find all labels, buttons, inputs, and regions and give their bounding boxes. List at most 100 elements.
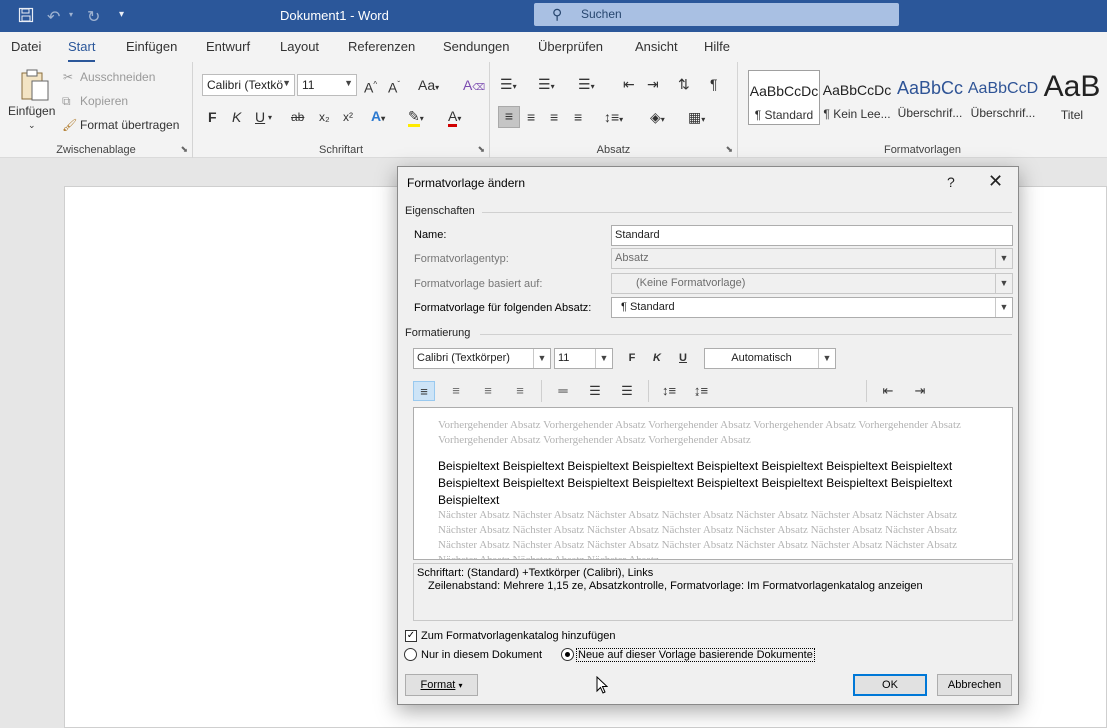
align-center-icon[interactable]: ≡: [527, 108, 535, 126]
tab-start[interactable]: Start: [68, 39, 96, 63]
name-field[interactable]: Standard: [611, 225, 1013, 246]
bullets-icon[interactable]: ☰▾: [500, 75, 517, 96]
sort-icon[interactable]: ⇅: [678, 75, 690, 93]
shading-icon[interactable]: ◈▾: [650, 108, 665, 129]
one-half-spacing-button[interactable]: ☰: [584, 381, 606, 401]
style-heading-2[interactable]: AaBbCcD Überschrif...: [967, 70, 1039, 125]
tab-layout[interactable]: Layout: [280, 39, 319, 54]
underline-icon[interactable]: U: [255, 108, 265, 126]
clear-formatting-icon[interactable]: A⌫: [463, 76, 485, 96]
format-button[interactable]: Format ▾: [405, 674, 478, 696]
search-box[interactable]: ⚲ Suchen: [534, 3, 899, 26]
double-spacing-button[interactable]: ☰: [616, 381, 638, 401]
ok-button[interactable]: OK: [853, 674, 927, 696]
shrink-font-icon[interactable]: Aˇ: [388, 76, 400, 97]
paste-button[interactable]: Einfügen: [8, 104, 55, 118]
single-spacing-button[interactable]: ═: [552, 381, 574, 401]
underline-dropdown-icon[interactable]: ▾: [268, 109, 272, 127]
align-right-icon[interactable]: ≡: [550, 108, 558, 126]
mouse-cursor-icon: [596, 675, 609, 699]
align-left-button[interactable]: ≡: [413, 381, 435, 401]
size-select[interactable]: 11 ▼: [554, 348, 613, 369]
italic-icon[interactable]: K: [232, 108, 241, 126]
increase-indent-icon[interactable]: ⇥: [909, 381, 931, 401]
style-kein-leerraum[interactable]: AaBbCcDc ¶ Kein Lee...: [821, 70, 893, 125]
underline-button[interactable]: U: [675, 348, 691, 368]
numbering-icon[interactable]: ☰▾: [538, 75, 555, 96]
multilevel-list-icon[interactable]: ☰▾: [578, 75, 595, 96]
help-icon[interactable]: ?: [947, 174, 955, 190]
text-effects-icon[interactable]: A▾: [371, 107, 385, 128]
strikethrough-icon[interactable]: ab: [291, 108, 304, 126]
subscript-icon[interactable]: x₂: [319, 108, 330, 126]
toolbar-divider: [541, 380, 542, 402]
cut-button[interactable]: Ausschneiden: [80, 70, 155, 84]
add-to-gallery-checkbox[interactable]: ✓: [405, 630, 417, 642]
style-heading-1[interactable]: AaBbCc Überschrif...: [894, 70, 966, 125]
new-documents-label: Neue auf dieser Vorlage basierende Dokum…: [576, 648, 815, 662]
tab-datei[interactable]: Datei: [11, 39, 41, 54]
decrease-indent-icon[interactable]: ⇤: [877, 381, 899, 401]
cancel-button[interactable]: Abbrechen: [937, 674, 1012, 696]
modify-style-dialog: Formatvorlage ändern ? ✕ Eigenschaften N…: [397, 166, 1019, 705]
new-documents-radio[interactable]: [561, 648, 574, 661]
pilcrow-icon[interactable]: ¶: [710, 75, 718, 93]
paste-dropdown-icon[interactable]: ⌄: [28, 120, 36, 131]
font-color-icon[interactable]: A▾: [448, 107, 461, 128]
tab-einfuegen[interactable]: Einfügen: [126, 39, 177, 54]
next-paragraph-label: Formatvorlage für folgenden Absatz:: [414, 302, 592, 314]
only-this-document-radio[interactable]: [404, 648, 417, 661]
paragraph-launcher-icon[interactable]: ⬊: [725, 144, 733, 155]
paste-icon[interactable]: [20, 68, 50, 106]
increase-indent-icon[interactable]: ⇥: [647, 75, 659, 93]
style-title[interactable]: AaB Titel: [1036, 70, 1107, 125]
align-center-button[interactable]: ≡: [445, 381, 467, 401]
font-launcher-icon[interactable]: ⬊: [477, 144, 485, 155]
font-color-select[interactable]: Automatisch ▼: [704, 348, 836, 369]
next-paragraph-select[interactable]: ¶ Standard ▼: [611, 297, 1013, 318]
superscript-icon[interactable]: x²: [343, 108, 353, 126]
justify-icon[interactable]: ≡: [574, 108, 582, 126]
decrease-spacing-icon[interactable]: ↨≡: [690, 381, 712, 401]
undo-dropdown-icon[interactable]: ▾: [69, 10, 73, 19]
close-icon[interactable]: ✕: [988, 171, 1003, 192]
based-on-value: (Keine Formatvorlage): [636, 277, 746, 289]
borders-icon[interactable]: ▦▾: [688, 108, 705, 129]
line-spacing-icon[interactable]: ↕≡▾: [604, 108, 623, 129]
tab-referenzen[interactable]: Referenzen: [348, 39, 415, 54]
justify-button[interactable]: ≡: [509, 381, 531, 401]
increase-spacing-icon[interactable]: ↕≡: [658, 381, 680, 401]
clipboard-group-label: Zwischenablage: [56, 144, 136, 156]
preview-next-paragraph: Nächster Absatz Nächster Absatz Nächster…: [438, 509, 957, 560]
bold-icon[interactable]: F: [208, 108, 217, 126]
style-standard[interactable]: AaBbCcDc ¶ Standard: [748, 70, 820, 125]
tab-ueberpruefen[interactable]: Überprüfen: [538, 39, 603, 54]
format-painter-button[interactable]: Format übertragen: [80, 118, 179, 132]
font-size-combo[interactable]: 11 ▼: [297, 74, 357, 96]
chevron-down-icon: ▼: [595, 349, 612, 368]
grow-font-icon[interactable]: A^: [364, 76, 377, 97]
redo-icon[interactable]: ↻: [87, 7, 100, 27]
save-icon[interactable]: [18, 7, 34, 28]
style-type-select: Absatz ▼: [611, 248, 1013, 269]
clipboard-launcher-icon[interactable]: ⬊: [180, 144, 188, 155]
undo-icon[interactable]: ↶: [47, 7, 60, 27]
decrease-indent-icon[interactable]: ⇤: [623, 75, 635, 93]
copy-button[interactable]: Kopieren: [80, 94, 128, 108]
customize-icon[interactable]: ▾: [119, 9, 124, 20]
size-value: 11: [558, 352, 570, 364]
highlight-icon[interactable]: ✎▾: [408, 107, 424, 128]
font-size-value: 11: [302, 78, 315, 92]
tab-entwurf[interactable]: Entwurf: [206, 39, 250, 54]
tab-sendungen[interactable]: Sendungen: [443, 39, 510, 54]
tab-ansicht[interactable]: Ansicht: [635, 39, 678, 54]
font-name-combo[interactable]: Calibri (Textkö ▼: [202, 74, 295, 96]
style-preview-pane: Vorhergehender Absatz Vorhergehender Abs…: [413, 407, 1013, 560]
italic-button[interactable]: K: [649, 348, 665, 368]
tab-hilfe[interactable]: Hilfe: [704, 39, 730, 54]
change-case-icon[interactable]: Aa▾: [418, 76, 439, 97]
align-right-button[interactable]: ≡: [477, 381, 499, 401]
bold-button[interactable]: F: [624, 348, 640, 368]
font-select[interactable]: Calibri (Textkörper) ▼: [413, 348, 551, 369]
align-left-icon[interactable]: ≡: [498, 106, 520, 128]
